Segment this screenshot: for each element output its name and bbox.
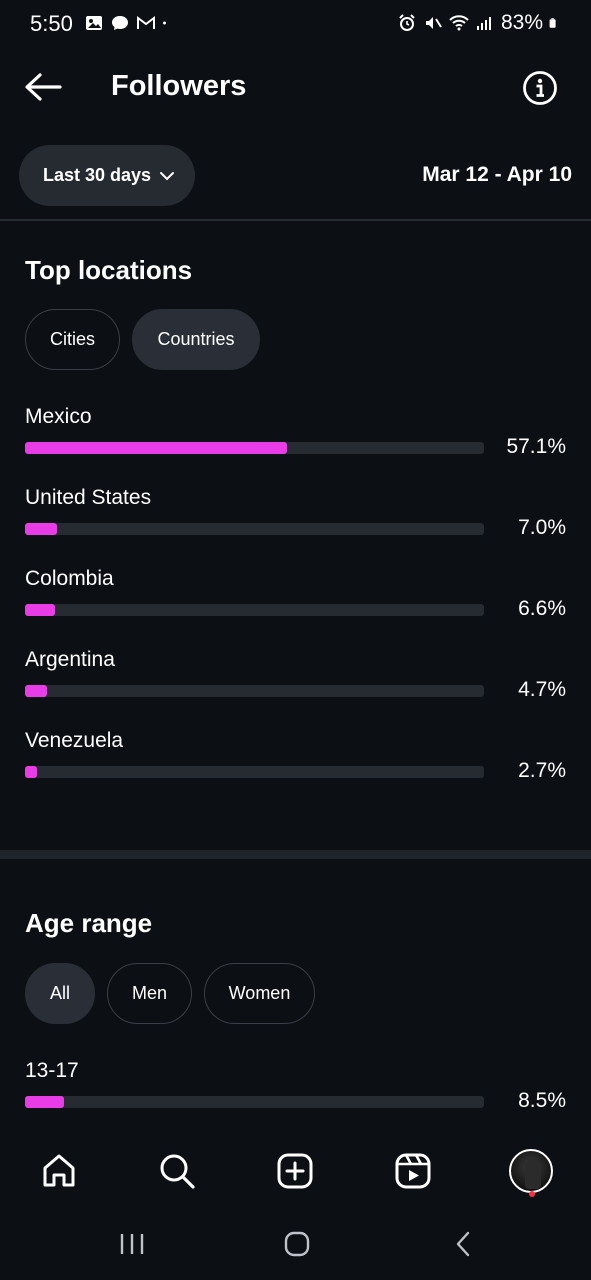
alarm-icon xyxy=(399,14,415,31)
location-percent: 7.0% xyxy=(518,516,566,539)
battery-icon xyxy=(549,18,556,28)
chip-cities-label: Cities xyxy=(49,329,95,349)
signal-icon xyxy=(476,17,491,30)
system-back-button[interactable] xyxy=(450,1230,478,1263)
info-button[interactable] xyxy=(522,70,558,106)
location-bar-track xyxy=(25,523,484,535)
more-notifications-dot-icon xyxy=(163,21,166,25)
notification-dot xyxy=(529,1191,535,1197)
chip-countries[interactable]: Countries xyxy=(132,309,260,370)
divider xyxy=(0,219,591,221)
location-percent: 4.7% xyxy=(518,678,566,701)
date-range-text: Mar 12 - Apr 10 xyxy=(422,163,572,186)
search-icon xyxy=(160,1154,195,1189)
system-back-icon xyxy=(456,1231,470,1257)
chip-all-label: All xyxy=(49,983,70,1003)
chip-men[interactable]: Men xyxy=(107,963,192,1024)
age-bar-fill xyxy=(25,1096,64,1108)
recent-apps-button[interactable] xyxy=(118,1230,146,1263)
battery-percent: 83% xyxy=(500,11,543,34)
home-icon xyxy=(43,1154,75,1187)
wifi-icon xyxy=(449,15,469,31)
chip-countries-label: Countries xyxy=(157,329,235,349)
chip-women[interactable]: Women xyxy=(204,963,315,1024)
nav-home-button[interactable] xyxy=(36,1148,82,1194)
location-bar-track xyxy=(25,604,484,616)
info-icon xyxy=(523,71,557,105)
location-bar-fill xyxy=(25,523,58,535)
date-range-dropdown[interactable]: Last 30 days xyxy=(19,145,195,206)
age-range-title: Age range xyxy=(25,908,153,938)
location-name: Argentina xyxy=(25,648,115,671)
location-percent: 57.1% xyxy=(506,435,566,458)
section-divider xyxy=(0,850,591,859)
age-range-name: 13-17 xyxy=(25,1059,79,1082)
location-row: Mexico 57.1% xyxy=(25,405,570,475)
location-bar-fill xyxy=(25,766,38,778)
page-title: Followers xyxy=(111,70,247,102)
location-name: United States xyxy=(25,486,152,509)
location-bar-fill xyxy=(25,685,47,697)
arrow-left-icon xyxy=(25,73,62,101)
nav-profile-button[interactable] xyxy=(508,1148,554,1194)
status-bar: 5:50 83% xyxy=(0,0,591,48)
date-range-dropdown-label: Last 30 days xyxy=(43,165,152,185)
mute-icon xyxy=(425,17,442,29)
bottom-nav xyxy=(0,1130,591,1212)
location-name: Mexico xyxy=(25,405,92,428)
chip-cities[interactable]: Cities xyxy=(25,309,120,370)
location-row: Argentina 4.7% xyxy=(25,648,570,718)
age-bar-track xyxy=(25,1096,484,1108)
location-percent: 2.7% xyxy=(518,759,566,782)
gallery-icon xyxy=(86,16,102,30)
home-circle-icon xyxy=(284,1231,310,1257)
chip-women-label: Women xyxy=(228,983,291,1003)
status-notification-icons xyxy=(84,13,172,33)
location-bar-track xyxy=(25,766,484,778)
gmail-icon xyxy=(137,16,155,29)
location-bar-track xyxy=(25,442,484,454)
chat-icon xyxy=(112,16,128,30)
back-button[interactable] xyxy=(22,68,64,106)
reels-icon xyxy=(395,1153,431,1189)
age-row: 13-17 8.5% xyxy=(25,1059,570,1129)
profile-avatar xyxy=(509,1149,553,1193)
status-right-icons: 83% xyxy=(397,11,561,35)
nav-search-button[interactable] xyxy=(154,1148,200,1194)
chip-all[interactable]: All xyxy=(25,963,95,1024)
recent-apps-icon xyxy=(120,1234,144,1254)
chip-men-label: Men xyxy=(131,983,167,1003)
location-name: Venezuela xyxy=(25,729,124,752)
top-locations-title: Top locations xyxy=(25,255,193,285)
location-row: Colombia 6.6% xyxy=(25,567,570,637)
location-row: Venezuela 2.7% xyxy=(25,729,570,799)
header: Followers xyxy=(0,56,591,118)
create-icon xyxy=(277,1153,313,1189)
age-percent: 8.5% xyxy=(518,1089,566,1112)
chevron-down-icon xyxy=(160,171,175,180)
location-row: United States 7.0% xyxy=(25,486,570,556)
location-bar-fill xyxy=(25,604,56,616)
location-bar-fill xyxy=(25,442,288,454)
status-time: 5:50 xyxy=(30,11,73,36)
nav-reels-button[interactable] xyxy=(390,1148,436,1194)
system-home-button[interactable] xyxy=(283,1230,311,1263)
location-name: Colombia xyxy=(25,567,114,590)
system-nav-bar xyxy=(0,1212,591,1280)
location-percent: 6.6% xyxy=(518,597,566,620)
location-bar-track xyxy=(25,685,484,697)
nav-create-button[interactable] xyxy=(272,1148,318,1194)
